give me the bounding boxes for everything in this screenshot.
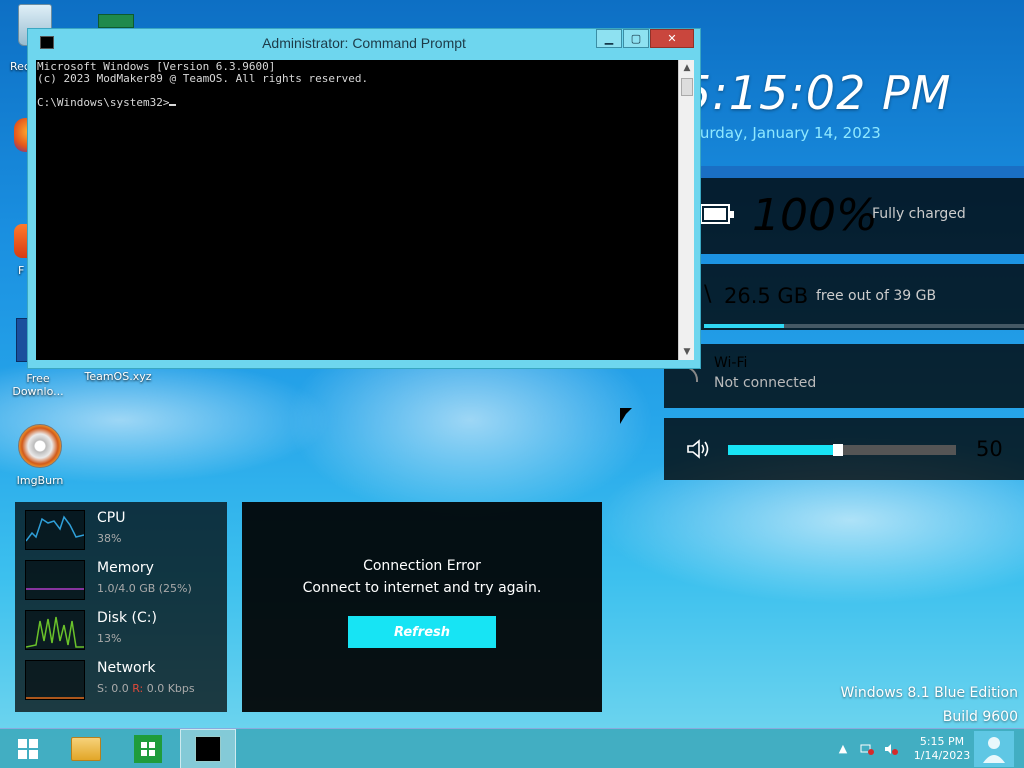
vertical-scrollbar[interactable]: ▲ ▼ [678, 60, 694, 360]
clock-time: 5:15:02 PM [682, 66, 952, 120]
cmd-titlebar[interactable]: Administrator: Command Prompt ▁ ▢ ✕ [28, 29, 700, 57]
desktop-icon-label: ImgBurn [16, 474, 64, 487]
speaker-icon[interactable] [686, 438, 710, 460]
scroll-down-icon[interactable]: ▼ [679, 344, 695, 360]
edition-watermark: Windows 8.1 Blue Edition [840, 685, 1018, 701]
send-value: 0.0 [111, 682, 129, 695]
desktop-icon-label: F [18, 264, 25, 277]
imgburn-disc-icon [18, 424, 62, 468]
disk-usage-track [704, 324, 1024, 328]
desktop-icon-top-green[interactable] [98, 14, 134, 28]
cpu-graph [25, 510, 85, 550]
desktop-icon-imgburn[interactable]: ImgBurn [10, 424, 70, 490]
desktop-icon-label: TeamOS.xyz [84, 370, 152, 383]
taskbar-cmd-button[interactable] [180, 729, 236, 768]
cpu-label: CPU [97, 510, 126, 526]
console-prompt: C:\Windows\system32> [37, 96, 170, 109]
show-hidden-icons-icon[interactable]: ▲ [836, 743, 850, 755]
app-icon [14, 224, 28, 258]
refresh-button[interactable]: Refresh [348, 616, 496, 648]
volume-fill [728, 445, 836, 455]
disk-value: 13% [97, 632, 122, 645]
disk-row: Disk (C:) 13% [25, 610, 225, 650]
windows-logo-icon [18, 739, 38, 759]
network-error-icon[interactable] [860, 743, 874, 755]
wifi-title: Wi-Fi [714, 355, 748, 371]
scroll-thumb[interactable] [681, 78, 693, 96]
network-label: Network [97, 660, 156, 676]
cmd-icon [195, 736, 221, 762]
memory-value: 1.0/4.0 GB (25%) [97, 582, 192, 595]
taskbar: ▲ 5:15 PM 1/14/2023 [0, 728, 1024, 768]
battery-icon [700, 204, 734, 224]
console-line: (c) 2023 ModMaker89 @ TeamOS. All rights… [37, 72, 369, 85]
store-icon [134, 735, 162, 763]
volume-thumb[interactable] [833, 444, 844, 456]
disk-graph [25, 610, 85, 650]
text-cursor [169, 104, 177, 106]
scroll-up-icon[interactable]: ▲ [679, 60, 695, 76]
console-prompt-line[interactable]: C:\Windows\system32> [37, 97, 678, 109]
send-label: S: [97, 682, 108, 695]
cpu-row: CPU 38% [25, 510, 225, 550]
network-graph [25, 660, 85, 700]
cpu-value: 38% [97, 532, 122, 545]
minimize-button[interactable]: ▁ [596, 29, 622, 48]
network-row: Network S: 0.0 R: 0.0 Kbps [25, 660, 225, 700]
user-icon [983, 737, 1005, 763]
network-value: S: 0.0 R: 0.0 Kbps [97, 682, 195, 695]
file-explorer-button[interactable] [58, 729, 114, 768]
connection-error-gadget: Connection Error Connect to internet and… [242, 502, 602, 712]
close-button[interactable]: ✕ [650, 29, 694, 48]
receive-label: R: [132, 682, 144, 695]
disk-free-size: 26.5 GB [724, 284, 809, 308]
clock-date: turday, January 14, 2023 [694, 124, 881, 142]
taskbar-time: 5:15 PM [919, 735, 965, 748]
disk-free-note: free out of 39 GB [816, 288, 937, 304]
start-button[interactable] [0, 729, 56, 768]
cmd-window[interactable]: Administrator: Command Prompt ▁ ▢ ✕ Micr… [27, 28, 701, 369]
error-message: Connect to internet and try again. [302, 580, 542, 596]
mouse-pointer-icon [620, 408, 632, 424]
taskbar-clock[interactable]: 5:15 PM 1/14/2023 [912, 735, 972, 763]
volume-muted-icon[interactable] [884, 743, 898, 755]
receive-value: 0.0 Kbps [146, 682, 195, 695]
console-output[interactable]: Microsoft Windows [Version 6.3.9600] (c) … [36, 60, 678, 360]
battery-percent: 100% [752, 190, 878, 241]
taskbar-date: 1/14/2023 [913, 749, 971, 762]
battery-fill [704, 208, 726, 220]
disk-usage-fill [704, 324, 784, 328]
memory-graph [25, 560, 85, 600]
desktop-icon-label: Free Downlo... [12, 372, 64, 398]
memory-row: Memory 1.0/4.0 GB (25%) [25, 560, 225, 600]
desktop-icon-teamos[interactable]: TeamOS.xyz [82, 370, 154, 386]
memory-label: Memory [97, 560, 154, 576]
accent-bar [664, 166, 1024, 178]
battery-status: Fully charged [872, 206, 966, 222]
volume-value: 50 [976, 437, 1003, 461]
disk-label: Disk (C:) [97, 610, 157, 626]
wifi-status: Not connected [714, 375, 817, 391]
error-title: Connection Error [363, 558, 481, 574]
build-watermark: Build 9600 [942, 709, 1018, 725]
maximize-button[interactable]: ▢ [623, 29, 649, 48]
system-monitor-gadget: CPU 38% Memory 1.0/4.0 GB (25%) Disk (C:… [15, 502, 227, 712]
store-button[interactable] [120, 729, 176, 768]
disk-slash-icon: \ [704, 282, 712, 307]
user-avatar[interactable] [974, 731, 1014, 767]
volume-slider[interactable] [728, 444, 956, 456]
file-explorer-icon [71, 737, 101, 761]
